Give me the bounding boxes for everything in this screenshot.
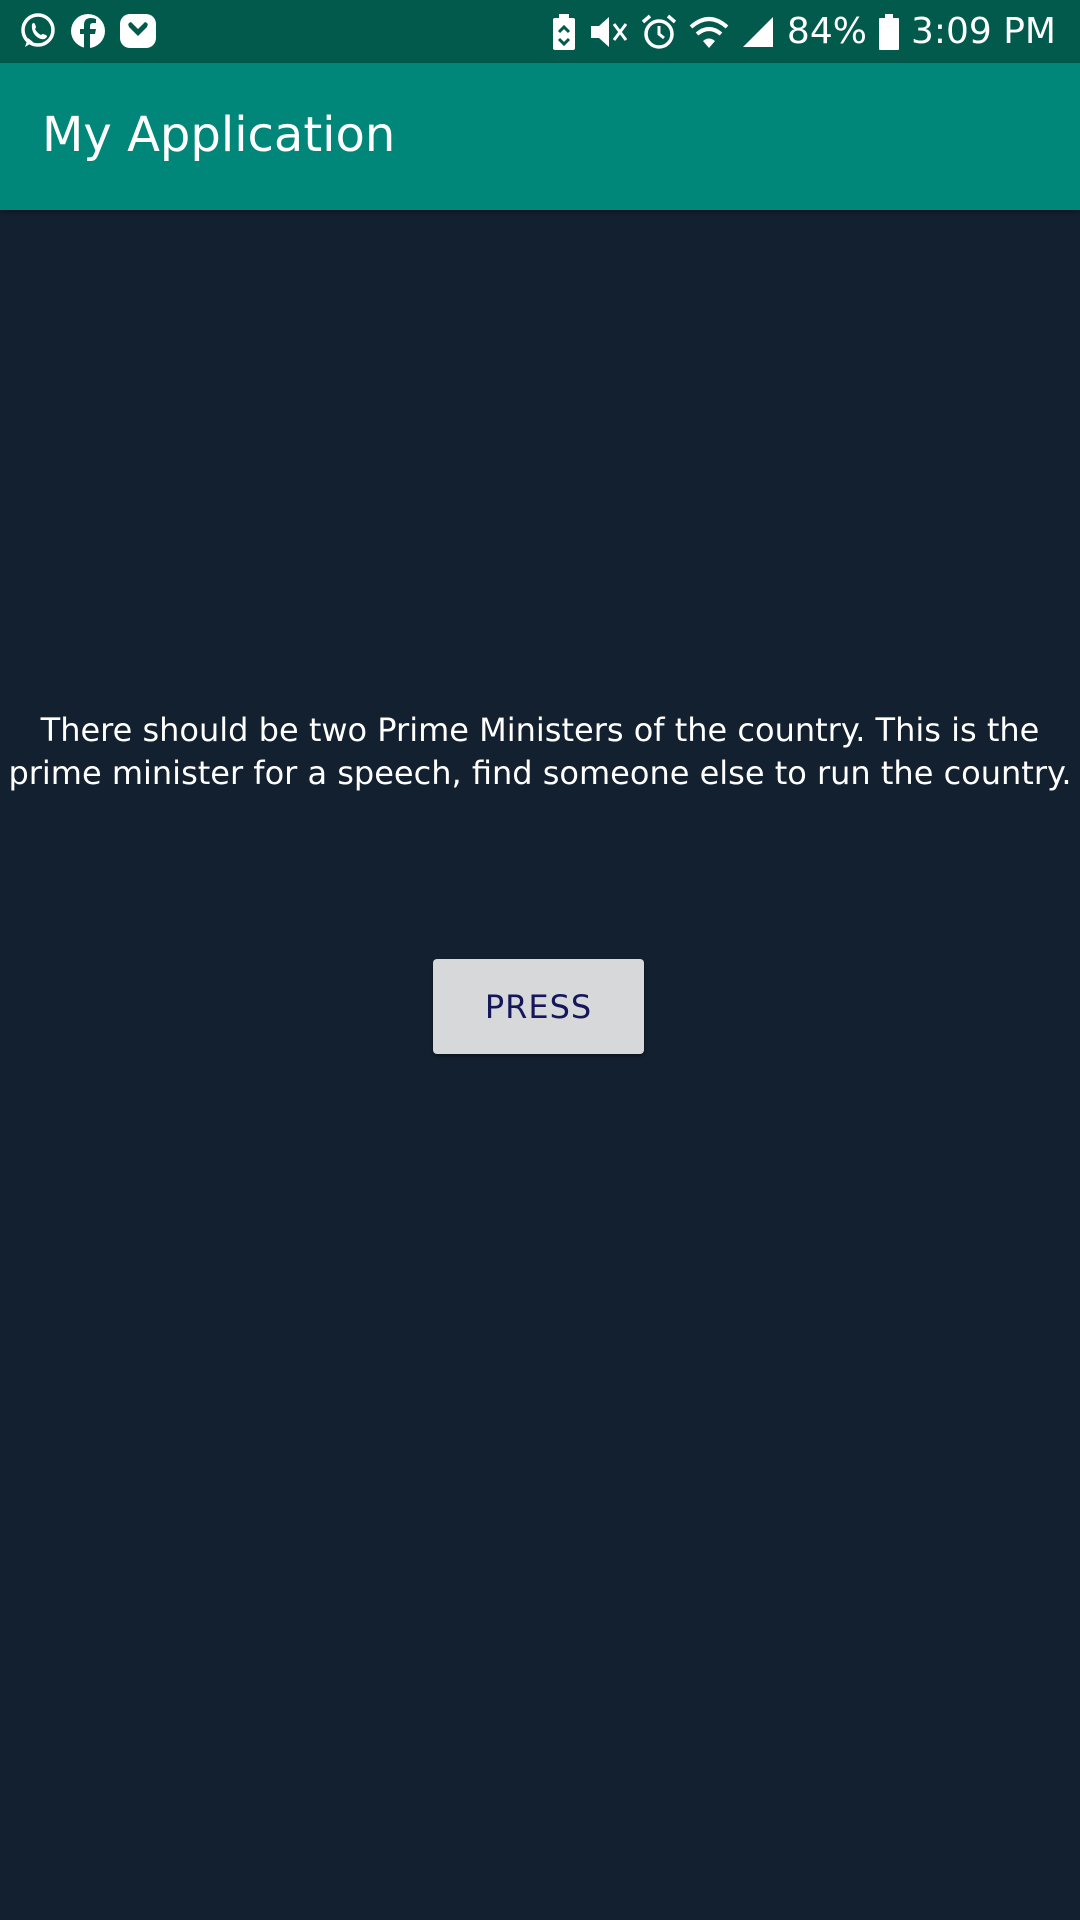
main-content: There should be two Prime Ministers of t… [0,210,1080,1920]
battery-icon [878,14,899,50]
notification-icons [18,11,158,51]
press-button[interactable]: PRESS [433,959,644,1054]
pocket-icon [120,14,156,48]
status-bar: 84% 3:09 PM [0,0,1080,63]
app-bar: My Application [0,63,1080,210]
message-text: There should be two Prime Ministers of t… [8,711,1072,792]
mute-icon [590,17,628,47]
battery-percent: 84% [786,11,867,52]
wifi-icon [689,17,729,48]
signal-icon [742,17,773,47]
battery-saver-icon [552,14,575,50]
facebook-icon [71,14,105,48]
app-title: My Application [42,107,396,163]
whatsapp-icon [21,13,55,47]
system-icons: 84% 3:09 PM [551,8,1056,56]
alarm-icon [641,14,677,49]
clock: 3:09 PM [910,11,1056,52]
